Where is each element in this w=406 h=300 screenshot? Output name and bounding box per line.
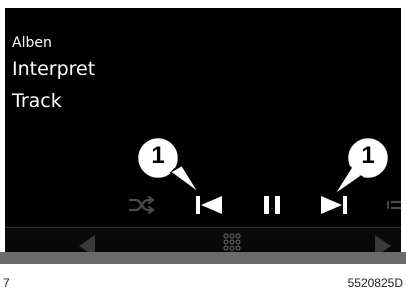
pause-button[interactable] bbox=[259, 193, 285, 217]
page-number: 7 bbox=[3, 276, 10, 290]
repeat-button[interactable] bbox=[387, 193, 401, 217]
skip-previous-icon bbox=[196, 196, 222, 214]
repeat-icon bbox=[387, 200, 401, 210]
screen-bottom-bar bbox=[0, 252, 406, 264]
skip-previous-button[interactable] bbox=[193, 193, 225, 217]
album-label: Alben bbox=[12, 35, 52, 51]
media-player-screen: Alben Interpret Track bbox=[5, 8, 401, 262]
track-label: Track bbox=[12, 90, 62, 112]
skip-next-icon bbox=[321, 196, 347, 214]
shuffle-icon bbox=[128, 195, 155, 215]
document-code: 5520825D bbox=[347, 276, 403, 290]
callout-label: 1 bbox=[151, 142, 165, 169]
skip-next-button[interactable] bbox=[318, 193, 350, 217]
navbar-divider bbox=[5, 227, 401, 228]
callout-label: 1 bbox=[361, 142, 375, 169]
pause-icon bbox=[264, 196, 280, 214]
artist-label: Interpret bbox=[12, 58, 96, 80]
shuffle-button[interactable] bbox=[127, 193, 157, 217]
